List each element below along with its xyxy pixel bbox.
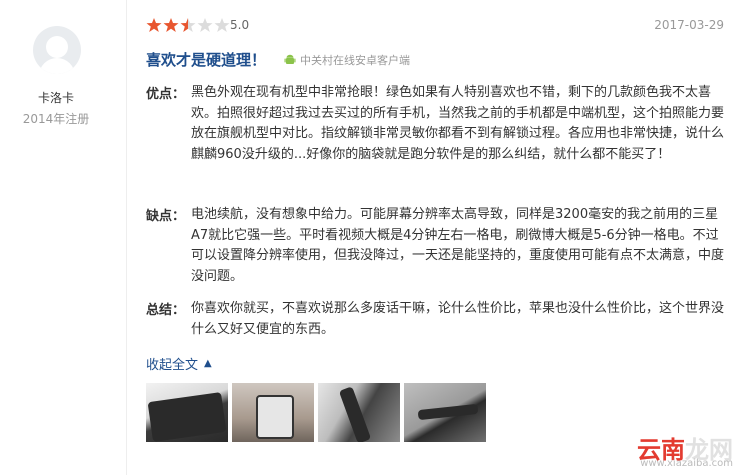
- android-icon: [284, 54, 296, 64]
- star-icon: [197, 17, 213, 33]
- avatar-body-shape: [39, 58, 75, 74]
- review-title[interactable]: 喜欢才是硬道理！: [146, 49, 266, 70]
- registration-time: 2014年注册: [22, 112, 90, 126]
- pros-text: 黑色外观在现有机型中非常抢眼！绿色如果有人特别喜欢也不错，剩下的几款颜色我不太喜…: [191, 85, 725, 162]
- photo-strip: [146, 383, 490, 442]
- source-label: 中关村在线安卓客户端: [300, 54, 410, 67]
- chevron-up-icon: ▲: [204, 358, 212, 369]
- phone-shape: [417, 403, 479, 421]
- collapse-label: 收起全文: [146, 358, 199, 373]
- pros-label: 优点：: [146, 87, 186, 102]
- review-photo-4[interactable]: [404, 383, 486, 442]
- review-photo-2[interactable]: [232, 383, 314, 442]
- summary-text: 你喜欢你就买，不喜欢说那么多废话干嘛，论什么性价比，苹果也没什么性价比，这个世界…: [191, 301, 725, 337]
- avatar[interactable]: [33, 26, 81, 74]
- collapse-button[interactable]: 收起全文 ▲: [146, 354, 212, 373]
- summary-label: 总结：: [146, 303, 186, 318]
- star-icon: [180, 17, 196, 33]
- review-photo-1[interactable]: [146, 383, 228, 442]
- star-icon: [146, 17, 162, 33]
- review-source[interactable]: 中关村在线安卓客户端: [284, 53, 410, 67]
- star-rating: [146, 17, 231, 35]
- star-icon: [214, 17, 230, 33]
- rating-score: 5.0: [230, 18, 250, 32]
- cons-label: 缺点：: [146, 209, 186, 224]
- phone-shape: [256, 395, 294, 439]
- watermark-url: www.xiazaiba.com: [640, 458, 733, 469]
- cons-text: 电池续航，没有想象中给力。可能屏幕分辨率太高导致，同样是3200毫安的我之前用的…: [191, 207, 725, 284]
- review-photo-3[interactable]: [318, 383, 400, 442]
- username-link[interactable]: 卡洛卡: [0, 89, 112, 106]
- review-date: 2017-03-29: [654, 18, 724, 32]
- avatar-head-shape: [46, 36, 68, 58]
- phone-shape: [147, 392, 227, 442]
- column-divider: [126, 0, 127, 475]
- phone-shape: [338, 386, 372, 442]
- star-icon: [163, 17, 179, 33]
